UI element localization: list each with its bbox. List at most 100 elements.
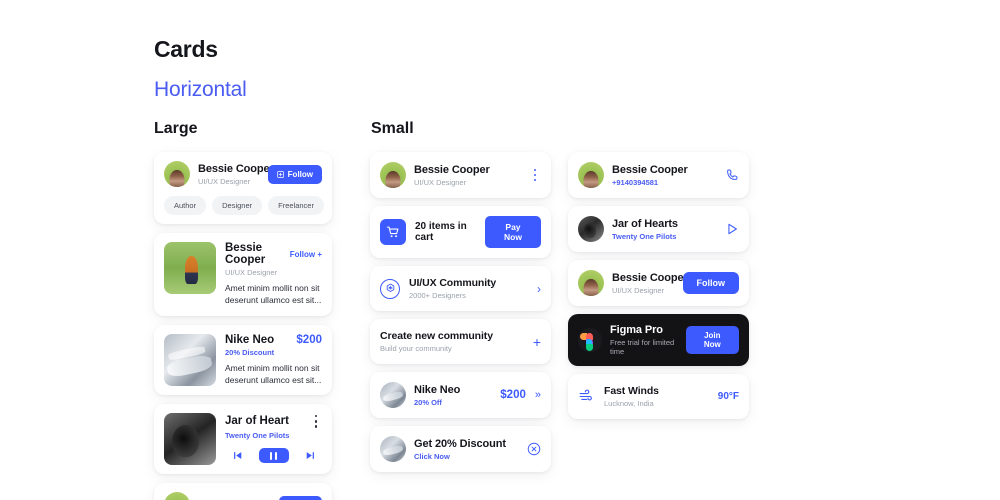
identity-block: Nike Neo 20% Off <box>414 384 500 407</box>
double-chevron-right-icon[interactable]: » <box>535 389 541 401</box>
card-music-player[interactable]: Jar of Heart Twenty One Pilots <box>154 404 332 475</box>
column-heading-large: Large <box>154 120 198 137</box>
track-artist: Twenty One Pilots <box>225 431 290 441</box>
pause-icon[interactable] <box>258 448 289 464</box>
card-profile-partial[interactable]: Bessie Cooper Follow <box>154 483 332 500</box>
discount-label: 20% Discount <box>225 347 275 357</box>
discount-label: 20% Off <box>414 397 442 407</box>
person-name: Bessie Cooper <box>414 163 490 176</box>
card-weather[interactable]: Fast Winds Lucknow, India 90°F <box>568 374 749 419</box>
card-profile-follow[interactable]: Bessie Cooper UI/UX Designer Follow <box>568 260 749 306</box>
thumbnail-image <box>164 333 216 386</box>
identity-block: Bessie Cooper UI/UX Designer <box>414 164 529 187</box>
pay-now-button[interactable]: Pay Now <box>484 216 541 248</box>
temperature-value: 90°F <box>717 391 739 402</box>
card-figma-promo[interactable]: Figma Pro Free trial for limited time Jo… <box>568 314 749 366</box>
kebab-menu-icon[interactable] <box>529 167 541 183</box>
title-row: Nike Neo $200 <box>225 334 322 346</box>
kebab-menu-icon[interactable] <box>310 413 322 429</box>
community-badge-icon <box>380 278 400 299</box>
tag-pill[interactable]: Designer <box>212 196 263 215</box>
identity-block: Create new community Build your communit… <box>380 330 533 353</box>
card-description: Amet minim mollit non sit deserunt ullam… <box>225 362 322 385</box>
follow-link[interactable]: Follow + <box>290 250 322 259</box>
small-cards-column-1: Bessie Cooper UI/UX Designer 20 items in… <box>370 152 551 472</box>
plus-icon[interactable]: + <box>533 335 541 349</box>
person-role: UI/UX Designer <box>612 285 665 295</box>
card-row: Nike Neo 20% Off $200 » <box>380 382 541 408</box>
identity-block: Bessie Cooper UI/UX Designer <box>198 163 274 186</box>
card-product[interactable]: Nike Neo $200 20% Discount Amet minim mo… <box>154 324 332 396</box>
card-music-small[interactable]: Jar of Hearts Twenty One Pilots <box>568 206 749 252</box>
card-row: Figma Pro Free trial for limited time Jo… <box>578 324 739 356</box>
tag-pill[interactable]: Freelancer <box>268 196 324 215</box>
create-community-subtitle: Build your community <box>380 344 452 353</box>
add-person-icon <box>276 170 284 178</box>
card-body-row: Bessie Cooper Follow + UI/UX Designer Am… <box>164 242 322 307</box>
person-role: UI/UX Designer <box>414 177 467 187</box>
card-body-row: Nike Neo $200 20% Discount Amet minim mo… <box>164 333 322 387</box>
card-discount[interactable]: Get 20% Discount Click Now <box>370 426 551 472</box>
card-row: Bessie Cooper UI/UX Designer Follow <box>578 270 739 296</box>
card-row: Bessie Cooper UI/UX Designer <box>380 162 541 188</box>
card-community[interactable]: UI/UX Community 2000+ Designers › <box>370 266 551 311</box>
card-profile-photo-text[interactable]: Bessie Cooper Follow + UI/UX Designer Am… <box>154 233 332 316</box>
person-name: Bessie Cooper <box>612 163 688 176</box>
section-subtitle: Horizontal <box>154 78 247 101</box>
join-now-button[interactable]: Join Now <box>685 326 739 354</box>
identity-block: Bessie Cooper UI/UX Designer <box>612 271 688 295</box>
person-name: Bessie Cooper <box>225 242 266 266</box>
large-cards-column: Bessie Cooper UI/UX Designer Follow Auth… <box>154 152 332 500</box>
track-title: Jar of Hearts <box>612 217 678 230</box>
card-row: Jar of Hearts Twenty One Pilots <box>578 216 739 242</box>
previous-track-icon[interactable] <box>232 450 243 461</box>
content-block: Jar of Heart Twenty One Pilots <box>225 413 322 464</box>
play-icon[interactable] <box>725 222 739 236</box>
follow-button[interactable]: Follow <box>682 272 739 294</box>
avatar <box>578 162 604 188</box>
avatar <box>380 436 406 462</box>
card-cart[interactable]: 20 items in cart Pay Now <box>370 206 551 258</box>
avatar <box>164 161 190 187</box>
next-track-icon[interactable] <box>305 450 316 461</box>
card-product-small[interactable]: Nike Neo 20% Off $200 » <box>370 372 551 418</box>
person-role: UI/UX Designer <box>225 268 278 277</box>
title-row: Jar of Heart <box>225 413 322 429</box>
phone-icon[interactable] <box>725 168 739 182</box>
card-row: Bessie Cooper +9140394581 <box>578 162 739 188</box>
weather-location: Lucknow, India <box>604 399 654 408</box>
chevron-right-icon[interactable]: › <box>537 283 541 295</box>
card-create-community[interactable]: Create new community Build your communit… <box>370 319 551 364</box>
card-description: Amet minim mollit non sit deserunt ullam… <box>225 283 322 306</box>
follow-button[interactable]: Follow <box>278 495 322 500</box>
content-block: Bessie Cooper Follow + UI/UX Designer Am… <box>225 242 322 307</box>
identity-block: Bessie Cooper +9140394581 <box>612 164 725 187</box>
follow-button[interactable]: Follow <box>267 164 322 184</box>
card-body-row: Jar of Heart Twenty One Pilots <box>164 413 322 466</box>
figma-logo-icon <box>578 328 602 352</box>
card-contact[interactable]: Bessie Cooper +9140394581 <box>568 152 749 198</box>
avatar <box>578 270 604 296</box>
thumbnail-image <box>164 242 216 294</box>
product-name: Nike Neo <box>225 333 275 346</box>
community-members: 2000+ Designers <box>409 291 466 300</box>
person-name: Bessie Cooper <box>612 271 688 284</box>
create-community-title: Create new community <box>380 330 493 342</box>
player-controls <box>225 448 322 464</box>
content-block: Nike Neo $200 20% Discount Amet minim mo… <box>225 334 322 387</box>
avatar <box>164 492 190 500</box>
person-role: UI/UX Designer <box>198 176 251 186</box>
product-name: Nike Neo <box>414 383 461 396</box>
close-circle-icon[interactable] <box>527 442 541 456</box>
card-profile-tags[interactable]: Bessie Cooper UI/UX Designer Follow Auth… <box>154 152 332 224</box>
shopping-cart-icon <box>380 219 406 245</box>
discount-cta[interactable]: Click Now <box>414 452 527 461</box>
card-row: Create new community Build your communit… <box>380 330 541 353</box>
card-profile-menu[interactable]: Bessie Cooper UI/UX Designer <box>370 152 551 198</box>
identity-block: Fast Winds Lucknow, India <box>604 385 718 408</box>
album-art <box>578 216 604 242</box>
phone-number: +9140394581 <box>612 177 659 187</box>
tag-pill[interactable]: Author <box>164 196 207 215</box>
album-art <box>164 413 216 466</box>
cards-showcase-page: Cards Horizontal Large Small Bessie Coop… <box>0 0 1000 500</box>
